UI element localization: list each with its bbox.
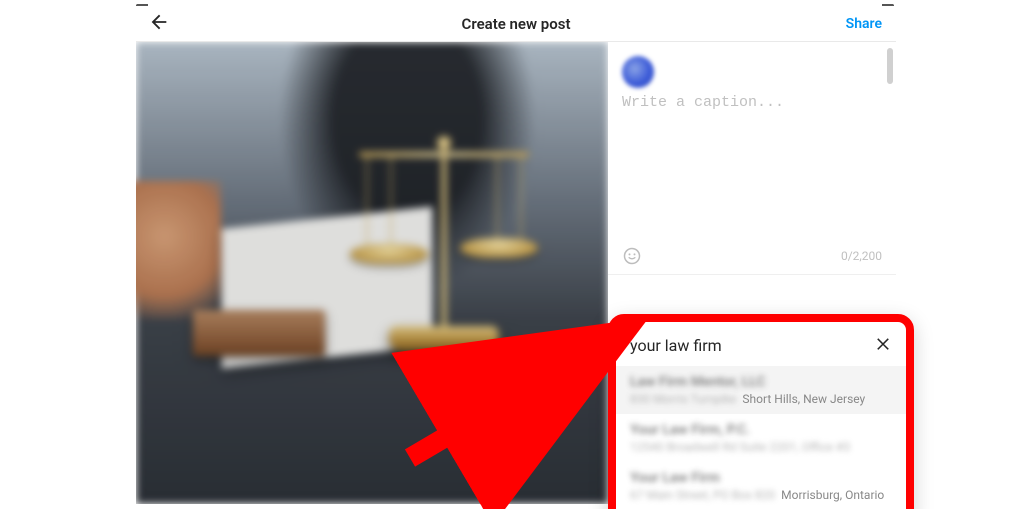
back-arrow-icon[interactable] bbox=[148, 11, 170, 37]
dialog-title: Create new post bbox=[462, 15, 571, 33]
close-icon[interactable] bbox=[874, 334, 892, 356]
emoji-icon[interactable] bbox=[622, 246, 642, 266]
location-result[interactable]: Your Law Firm 67 Main Street, PO Box 820… bbox=[616, 462, 906, 509]
location-search-input[interactable]: your law firm bbox=[630, 336, 722, 355]
divider bbox=[608, 274, 896, 275]
dialog-header: Create new post Share bbox=[136, 6, 896, 42]
image-preview bbox=[136, 42, 608, 504]
avatar bbox=[622, 56, 654, 88]
share-button[interactable]: Share bbox=[846, 16, 882, 32]
create-post-dialog: Create new post Share bbox=[136, 6, 896, 504]
dialog-body: 0/2,200 your law firm Law Firm Mentor, L… bbox=[136, 42, 896, 504]
location-search-popover: your law firm Law Firm Mentor, LLC 830 M… bbox=[608, 314, 914, 509]
caption-input[interactable] bbox=[622, 94, 882, 234]
location-results-list: Law Firm Mentor, LLC 830 Morris Turnpike… bbox=[616, 366, 906, 509]
location-result[interactable]: Your Law Firm, P.C. 12540 Broadwell Rd S… bbox=[616, 414, 906, 462]
location-result[interactable]: Law Firm Mentor, LLC 830 Morris Turnpike… bbox=[616, 366, 906, 414]
character-counter: 0/2,200 bbox=[841, 249, 882, 263]
compose-panel: 0/2,200 your law firm Law Firm Mentor, L… bbox=[608, 42, 896, 504]
